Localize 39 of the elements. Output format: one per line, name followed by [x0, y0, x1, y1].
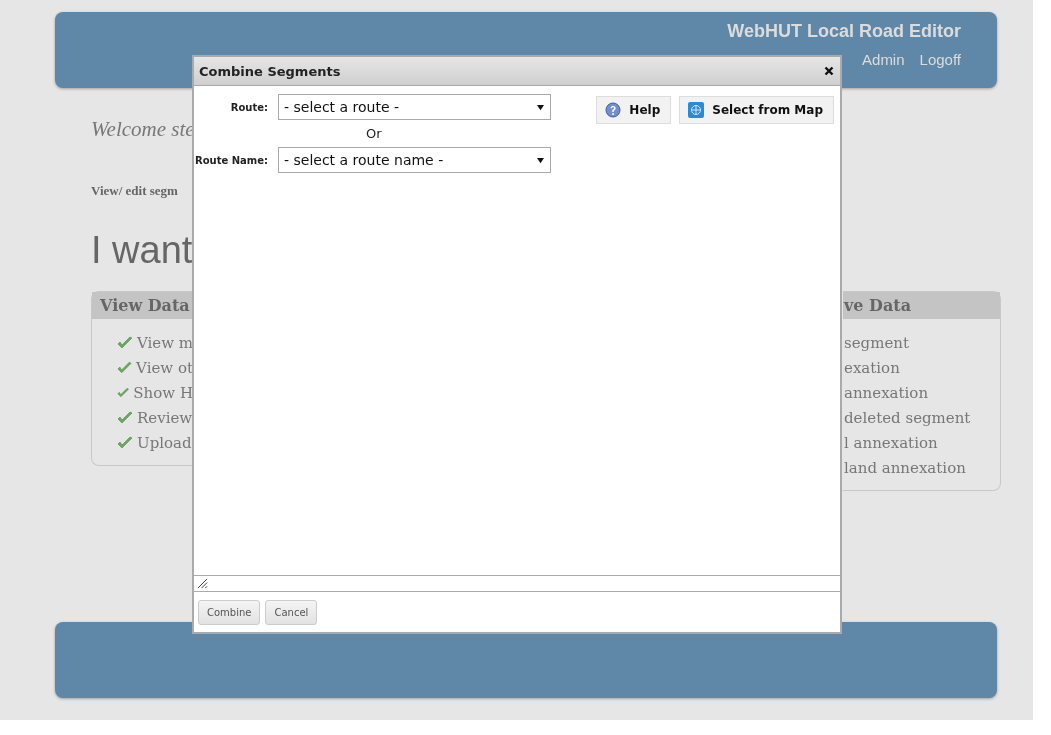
route-dropdown[interactable]: - select a route name - — [278, 147, 551, 173]
panel-link[interactable]: View ot — [136, 358, 193, 377]
caret-icon — [537, 103, 544, 111]
combine-button[interactable]: Combine — [198, 599, 261, 625]
help-icon — [605, 102, 622, 118]
check-icon — [117, 410, 133, 425]
app-title: WebHUT Local Road Editor — [727, 21, 961, 42]
check-icon — [117, 385, 130, 400]
panel-link[interactable]: deleted segment — [844, 408, 971, 427]
panel-link[interactable]: exation — [844, 358, 900, 377]
panel-title: ve Data — [843, 292, 1000, 319]
field-label: Route Name: — [194, 154, 268, 166]
route-dropdown[interactable]: - select a route - — [278, 94, 551, 120]
panel-link[interactable]: Show H — [133, 383, 193, 402]
help-button[interactable]: Help — [596, 96, 672, 124]
panel-title: View Data — [92, 292, 193, 319]
panel-link[interactable]: Upload — [137, 433, 192, 452]
panel-link[interactable]: annexation — [844, 383, 929, 402]
panel-link[interactable]: land annexation — [844, 458, 966, 477]
separator-text: Or — [366, 126, 382, 141]
check-icon — [117, 435, 133, 450]
dialog-title: Combine Segments — [199, 63, 341, 79]
panel-link[interactable]: segment — [844, 333, 909, 352]
check-icon — [117, 335, 133, 350]
close-icon[interactable] — [824, 66, 834, 76]
panel-link[interactable]: l annexation — [844, 433, 938, 452]
map-button[interactable]: Select from Map — [679, 96, 834, 124]
caret-icon — [537, 156, 544, 164]
check-icon — [117, 360, 133, 375]
nav-link[interactable]: Logoff — [919, 51, 961, 68]
cancel-button[interactable]: Cancel — [265, 599, 318, 625]
globe-icon — [688, 102, 705, 118]
panel-link[interactable]: Review — [137, 408, 193, 427]
resize-grip-icon[interactable] — [197, 578, 208, 589]
page-heading: I want — [91, 229, 193, 272]
nav-link[interactable]: Admin — [862, 51, 905, 68]
edit-link[interactable]: View/ edit segm — [91, 183, 178, 199]
field-label: Route: — [229, 101, 268, 113]
panel-link[interactable]: View m — [136, 333, 193, 352]
